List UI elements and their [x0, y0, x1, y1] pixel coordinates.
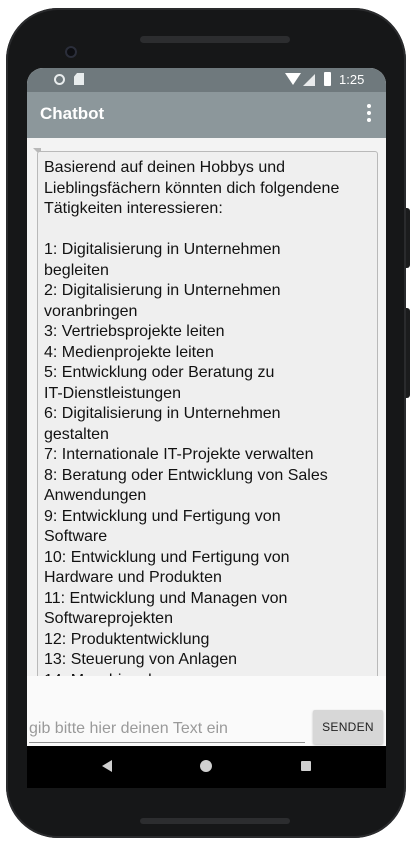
message-line: voranbringen	[44, 302, 138, 320]
earpiece-speaker	[140, 36, 290, 43]
message-line: 4: Medienprojekte leiten	[44, 343, 214, 361]
bot-message-bubble: Basierend auf deinen Hobbys und Lieblings…	[37, 151, 378, 676]
battery-icon	[324, 72, 331, 86]
volume-button	[406, 308, 410, 398]
message-line: 9: Entwicklung und Fertigung von	[44, 507, 281, 525]
wifi-icon	[285, 73, 301, 85]
message-line: 12: Produktentwicklung	[44, 630, 210, 648]
back-icon[interactable]	[102, 760, 112, 772]
message-line: 10: Entwicklung und Fertigung von	[44, 548, 290, 566]
screen: 1:25 Chatbot Basierend auf deinen Hobbys…	[27, 68, 386, 788]
message-line: Lieblingsfächern könnten dich folgendene	[44, 179, 340, 197]
message-line	[44, 220, 369, 241]
message-line: Basierend auf deinen Hobbys und	[44, 159, 286, 176]
bottom-speaker	[140, 818, 290, 824]
message-line: 3: Vertriebsprojekte leiten	[44, 323, 225, 340]
message-line: Hardware und Produkten	[44, 569, 222, 586]
circle-icon	[54, 74, 65, 85]
message-line: 13: Steuerung von Anlagen	[44, 651, 238, 668]
message-text: Basierend auf deinen Hobbys und Lieblings…	[44, 158, 369, 676]
message-line: 8: Beratung oder Entwicklung von Sales	[44, 466, 328, 484]
chat-area[interactable]: Basierend auf deinen Hobbys und Lieblings…	[27, 138, 386, 676]
message-line: begleiten	[44, 261, 109, 279]
message-line: Softwareprojekten	[44, 610, 173, 627]
message-line: 5: Entwicklung oder Beratung zu	[44, 364, 275, 381]
navigation-bar	[27, 746, 386, 788]
home-icon[interactable]	[200, 760, 212, 772]
status-time: 1:25	[339, 72, 365, 87]
message-line: 7: Internationale IT-Projekte verwalten	[44, 446, 314, 463]
power-button	[406, 208, 410, 268]
message-line: gestalten	[44, 425, 109, 443]
message-line: Software	[44, 528, 108, 545]
overflow-menu-icon[interactable]	[364, 104, 374, 126]
recents-icon[interactable]	[301, 761, 311, 771]
message-input[interactable]	[29, 716, 305, 743]
message-line: Tätigkeiten interessieren:	[44, 200, 223, 217]
message-line: 2: Digitalisierung in Unternehmen	[44, 282, 281, 299]
message-line: Anwendungen	[44, 487, 147, 504]
send-button[interactable]: SENDEN	[313, 710, 383, 744]
message-line: 11: Entwicklung und Managen von	[44, 589, 288, 607]
message-line: 1: Digitalisierung in Unternehmen	[44, 241, 281, 258]
front-camera	[65, 46, 77, 58]
app-title: Chatbot	[40, 104, 105, 123]
signal-icon	[303, 74, 315, 86]
app-bar: Chatbot	[27, 92, 386, 138]
message-line: IT-Dienstleistungen	[44, 384, 181, 402]
message-line: 6: Digitalisierung in Unternehmen	[44, 405, 281, 422]
sd-card-icon	[74, 73, 84, 85]
status-bar: 1:25	[27, 68, 386, 92]
